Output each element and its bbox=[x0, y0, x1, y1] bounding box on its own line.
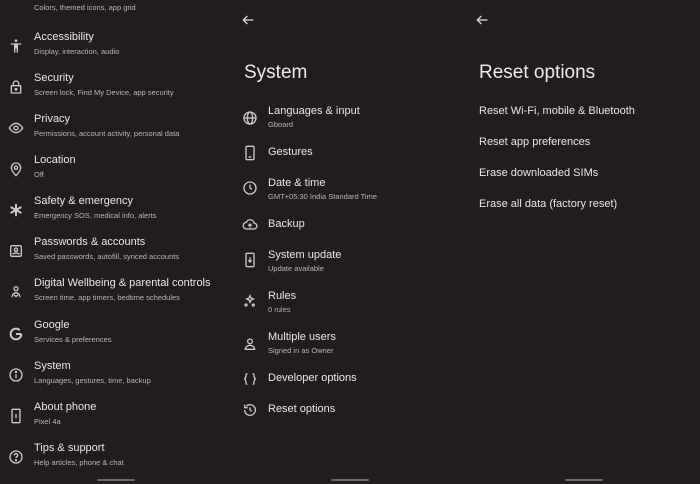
settings-item-subtitle: Display, interaction, audio bbox=[34, 47, 120, 56]
gestures-phone-icon bbox=[242, 145, 258, 161]
system-item-title: Multiple users bbox=[268, 331, 336, 343]
settings-item-title: System bbox=[34, 360, 71, 372]
back-arrow-icon[interactable] bbox=[474, 12, 490, 28]
settings-item-privacy[interactable]: Privacy Permissions, account activity, p… bbox=[0, 112, 232, 146]
system-item-title: System update bbox=[268, 249, 342, 261]
wellbeing-icon bbox=[8, 284, 24, 300]
page-title: Reset options bbox=[479, 62, 596, 83]
system-item-rules[interactable]: Rules 0 rules bbox=[234, 289, 466, 319]
gesture-nav-handle[interactable] bbox=[97, 479, 135, 481]
system-item-title: Developer options bbox=[268, 372, 357, 384]
settings-item-subtitle: Pixel 4a bbox=[34, 417, 61, 426]
system-item-title: Languages & input bbox=[268, 105, 360, 117]
wallpaper-style-subtitle: Colors, themed icons, app grid bbox=[34, 3, 136, 12]
system-item-subtitle: 0 rules bbox=[268, 305, 291, 314]
system-item-title: Backup bbox=[268, 218, 305, 230]
clock-icon bbox=[242, 180, 258, 196]
settings-item-subtitle: Languages, gestures, time, backup bbox=[34, 376, 151, 385]
system-item-title: Rules bbox=[268, 290, 297, 302]
settings-item-security[interactable]: Security Screen lock, Find My Device, ap… bbox=[0, 71, 232, 105]
settings-item-safety[interactable]: Safety & emergency Emergency SOS, medica… bbox=[0, 194, 232, 228]
system-item-languages[interactable]: Languages & input Gboard bbox=[234, 104, 466, 134]
settings-item-title: Location bbox=[34, 154, 76, 166]
settings-item-title: Digital Wellbeing & parental controls bbox=[34, 277, 211, 289]
system-update-icon bbox=[242, 252, 258, 268]
system-item-reset-options[interactable]: Reset options bbox=[234, 402, 466, 432]
settings-item-subtitle: Permissions, account activity, personal … bbox=[34, 129, 180, 138]
reset-app-preferences-item[interactable]: Reset app preferences bbox=[479, 136, 590, 148]
system-item-subtitle: Signed in as Owner bbox=[268, 346, 334, 355]
system-item-backup[interactable]: Backup bbox=[234, 217, 466, 247]
system-panel: System Languages & input Gboard Gestures… bbox=[234, 0, 466, 484]
settings-item-title: Tips & support bbox=[34, 442, 105, 454]
settings-panel: Colors, themed icons, app grid Accessibi… bbox=[0, 0, 232, 484]
asterisk-icon bbox=[8, 202, 24, 218]
settings-item-google[interactable]: Google Services & preferences bbox=[0, 318, 232, 352]
system-item-subtitle: Gboard bbox=[268, 120, 294, 129]
settings-item-accessibility[interactable]: Accessibility Display, interaction, audi… bbox=[0, 30, 232, 64]
factory-reset-item[interactable]: Erase all data (factory reset) bbox=[479, 198, 617, 210]
settings-item-subtitle: Emergency SOS, medical info, alerts bbox=[34, 211, 157, 220]
cloud-upload-icon bbox=[242, 217, 258, 233]
settings-item-subtitle: Screen lock, Find My Device, app securit… bbox=[34, 88, 174, 97]
google-icon bbox=[8, 326, 24, 342]
gesture-nav-handle[interactable] bbox=[565, 479, 603, 481]
person-icon bbox=[242, 336, 258, 352]
settings-item-subtitle: Saved passwords, autofill, synced accoun… bbox=[34, 252, 180, 261]
location-pin-icon bbox=[8, 161, 24, 177]
settings-item-about-phone[interactable]: About phone Pixel 4a bbox=[0, 400, 232, 434]
settings-item-title: Security bbox=[34, 72, 74, 84]
braces-icon bbox=[242, 371, 258, 387]
gesture-nav-handle[interactable] bbox=[331, 479, 369, 481]
lock-icon bbox=[8, 79, 24, 95]
system-item-multiple-users[interactable]: Multiple users Signed in as Owner bbox=[234, 330, 466, 360]
settings-item-system[interactable]: System Languages, gestures, time, backup bbox=[0, 359, 232, 393]
privacy-eye-icon bbox=[8, 120, 24, 136]
reset-wifi-mobile-bluetooth-item[interactable]: Reset Wi-Fi, mobile & Bluetooth bbox=[479, 105, 635, 117]
page-title: System bbox=[244, 62, 308, 83]
system-item-system-update[interactable]: System update Update available bbox=[234, 248, 466, 278]
settings-item-title: About phone bbox=[34, 401, 97, 413]
system-item-date-time[interactable]: Date & time GMT+05:30 India Standard Tim… bbox=[234, 176, 466, 206]
settings-item-title: Google bbox=[34, 319, 70, 331]
settings-item-location[interactable]: Location Off bbox=[0, 153, 232, 187]
settings-item-tips-support[interactable]: Tips & support Help articles, phone & ch… bbox=[0, 441, 232, 475]
system-item-subtitle: Update available bbox=[268, 264, 324, 273]
system-item-subtitle: GMT+05:30 India Standard Time bbox=[268, 192, 378, 201]
erase-downloaded-sims-item[interactable]: Erase downloaded SIMs bbox=[479, 167, 598, 179]
back-arrow-icon[interactable] bbox=[240, 12, 256, 28]
system-item-title: Gestures bbox=[268, 146, 313, 158]
globe-icon bbox=[242, 110, 258, 126]
reset-options-panel: Reset options Reset Wi-Fi, mobile & Blue… bbox=[468, 0, 700, 484]
system-item-title: Reset options bbox=[268, 403, 336, 415]
rules-icon bbox=[242, 293, 258, 309]
settings-item-subtitle: Help articles, phone & chat bbox=[34, 458, 124, 467]
history-icon bbox=[242, 402, 258, 418]
system-item-gestures[interactable]: Gestures bbox=[234, 145, 466, 175]
settings-item-digital-wellbeing[interactable]: Digital Wellbeing & parental controls Sc… bbox=[0, 276, 232, 310]
settings-item-subtitle: Screen time, app timers, bedtime schedul… bbox=[34, 293, 180, 302]
settings-item-subtitle: Services & preferences bbox=[34, 335, 112, 344]
system-item-developer-options[interactable]: Developer options bbox=[234, 371, 466, 401]
key-badge-icon bbox=[8, 243, 24, 259]
settings-item-title: Safety & emergency bbox=[34, 195, 134, 207]
phone-icon bbox=[8, 408, 24, 424]
settings-item-passwords[interactable]: Passwords & accounts Saved passwords, au… bbox=[0, 235, 232, 269]
settings-item-title: Privacy bbox=[34, 113, 71, 125]
help-icon bbox=[8, 449, 24, 465]
settings-item-subtitle: Off bbox=[34, 170, 44, 179]
system-item-title: Date & time bbox=[268, 177, 326, 189]
info-icon bbox=[8, 367, 24, 383]
settings-item-title: Accessibility bbox=[34, 31, 94, 43]
settings-item-title: Passwords & accounts bbox=[34, 236, 146, 248]
accessibility-icon bbox=[8, 38, 24, 54]
